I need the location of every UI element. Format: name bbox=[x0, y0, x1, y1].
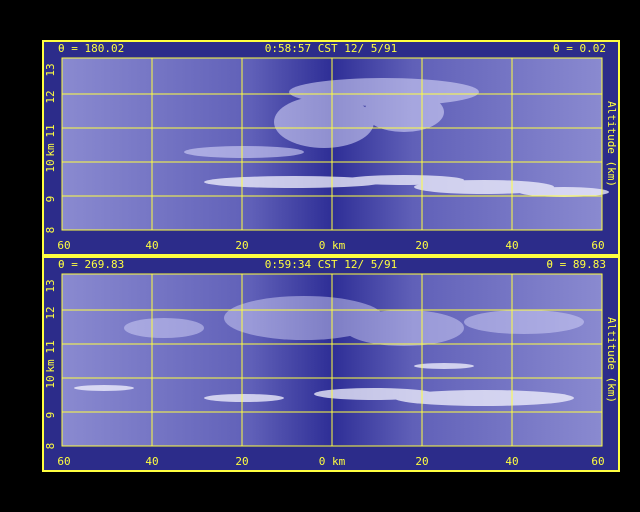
x-tick: 0 km bbox=[319, 239, 346, 252]
x-tick: 60 bbox=[591, 239, 604, 252]
lidar-plot: 13 12 11 10 9 8 km Altitude (km) 60 40 2… bbox=[44, 273, 618, 468]
y-tick: 8 bbox=[44, 443, 57, 450]
y-axis-label: km bbox=[44, 143, 57, 157]
x-tick: 20 bbox=[415, 239, 428, 252]
x-axis-ticks: 60 40 20 0 km 20 40 60 bbox=[57, 239, 604, 252]
x-tick: 60 bbox=[591, 455, 604, 468]
y-tick: 11 bbox=[44, 124, 57, 137]
x-tick: 20 bbox=[415, 455, 428, 468]
y-axis-ticks: 13 12 11 10 9 8 km bbox=[44, 63, 57, 233]
y-tick: 11 bbox=[44, 340, 57, 353]
x-tick: 40 bbox=[145, 455, 158, 468]
x-axis-ticks: 60 40 20 0 km 20 40 60 bbox=[57, 455, 604, 468]
right-axis-label: Altitude (km) bbox=[605, 101, 618, 187]
x-tick: 20 bbox=[235, 455, 248, 468]
x-tick: 20 bbox=[235, 239, 248, 252]
y-axis-label: km bbox=[44, 359, 57, 373]
x-tick: 60 bbox=[57, 239, 70, 252]
y-tick: 9 bbox=[44, 196, 57, 203]
x-tick: 40 bbox=[505, 239, 518, 252]
lidar-plot: 13 12 11 10 9 8 km Altitude (km) 60 40 2… bbox=[44, 57, 618, 252]
right-axis-label: Altitude (km) bbox=[605, 317, 618, 403]
x-tick: 40 bbox=[145, 239, 158, 252]
y-tick: 12 bbox=[44, 306, 57, 319]
y-tick: 10 bbox=[44, 159, 57, 172]
lidar-panel-top: θ = 180.02 0:58:57 CST 12/ 5/91 θ = 0.02 bbox=[42, 40, 620, 256]
lidar-panel-bottom: θ = 269.83 0:59:34 CST 12/ 5/91 θ = 89.8… bbox=[42, 256, 620, 472]
x-tick: 0 km bbox=[319, 455, 346, 468]
y-tick: 9 bbox=[44, 412, 57, 419]
y-axis-ticks: 13 12 11 10 9 8 km bbox=[44, 279, 57, 449]
y-tick: 13 bbox=[44, 279, 57, 292]
y-tick: 8 bbox=[44, 227, 57, 234]
x-tick: 60 bbox=[57, 455, 70, 468]
y-tick: 12 bbox=[44, 90, 57, 103]
y-tick: 10 bbox=[44, 375, 57, 388]
x-tick: 40 bbox=[505, 455, 518, 468]
y-tick: 13 bbox=[44, 63, 57, 76]
